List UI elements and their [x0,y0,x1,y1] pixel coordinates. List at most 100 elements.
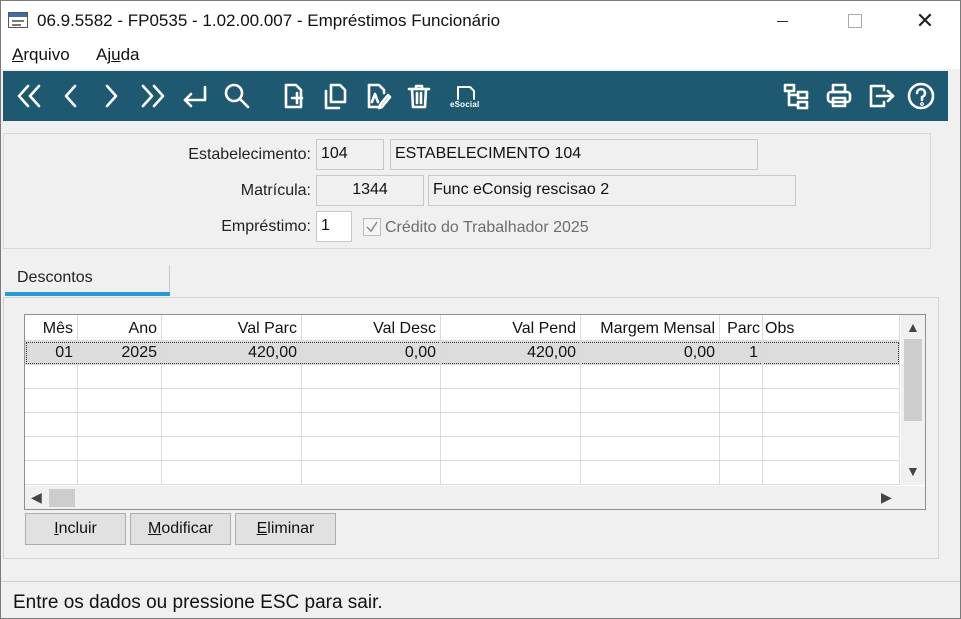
table-cell [162,461,302,485]
first-record-button[interactable] [11,79,47,113]
new-button[interactable] [275,79,311,113]
table-cell: 1 [720,341,763,365]
table-cell [302,389,441,413]
application-window: 06.9.5582 - FP0535 - 1.02.00.007 - Empré… [0,0,961,619]
table-row[interactable] [25,437,900,461]
table-cell [763,437,900,461]
grid-column-header[interactable]: Ano [78,315,162,341]
table-cell [763,365,900,389]
horizontal-scrollbar[interactable]: ◀ ▶ [25,486,901,509]
table-cell [441,389,581,413]
table-cell [763,413,900,437]
table-row[interactable] [25,461,900,485]
scroll-down-icon[interactable]: ▼ [906,463,920,479]
table-row[interactable] [25,413,900,437]
tree-view-button[interactable] [778,79,814,113]
active-tab-indicator [5,292,170,296]
grid-column-header[interactable]: Parc [720,315,763,341]
previous-record-button[interactable] [53,79,89,113]
eliminar-button[interactable]: Eliminar [235,513,336,545]
esocial-label: eSocial [450,100,480,109]
table-cell [25,389,78,413]
scrollbar-corner [901,486,925,509]
status-bar: Entre os dados ou pressione ESC para sai… [1,581,960,618]
print-icon [826,83,852,108]
grid-column-header[interactable]: Obs [763,315,900,341]
table-cell [720,389,763,413]
help-button[interactable] [903,79,939,113]
scroll-up-icon[interactable]: ▲ [906,319,920,335]
menu-ajuda[interactable]: Ajuda [96,45,140,65]
table-cell [302,413,441,437]
minimize-icon [776,20,788,22]
delete-icon [407,84,431,109]
descontos-grid[interactable]: Mês Ano Val Parc Val Desc Val Pend Margem Men… [24,314,926,510]
table-cell [78,437,162,461]
estabelecimento-label: Estabelecimento: [188,146,311,163]
vertical-scrollbar[interactable]: ▲ ▼ [901,315,925,485]
table-cell [441,413,581,437]
table-cell [441,461,581,485]
credito-checkbox[interactable] [363,218,381,236]
credito-label: Crédito do Trabalhador 2025 [385,219,589,236]
table-cell [763,461,900,485]
table-cell [25,413,78,437]
table-cell [720,461,763,485]
last-icon [141,84,165,108]
table-cell [25,437,78,461]
modificar-button[interactable]: Modificar [130,513,231,545]
table-cell [763,341,900,365]
new-icon [284,83,304,109]
table-cell [441,365,581,389]
table-row[interactable] [25,365,900,389]
table-cell [763,389,900,413]
vertical-scroll-thumb[interactable] [904,339,922,421]
table-row[interactable]: 01 2025 420,00 0,00 420,00 0,00 1 [25,341,900,365]
table-cell [302,437,441,461]
goto-button[interactable] [177,79,213,113]
scroll-left-icon[interactable]: ◀ [31,489,42,506]
grid-column-header[interactable]: Margem Mensal [581,315,720,341]
exit-button[interactable] [863,79,899,113]
table-cell [162,389,302,413]
table-cell [78,389,162,413]
scroll-right-icon[interactable]: ▶ [881,489,892,506]
close-button[interactable]: ✕ [902,1,948,41]
edit-button[interactable] [359,79,395,113]
table-cell [162,413,302,437]
table-row[interactable] [25,389,900,413]
grid-column-header[interactable]: Val Parc [162,315,302,341]
emprestimo-field[interactable]: 1 [316,211,352,242]
grid-column-header[interactable]: Mês [25,315,78,341]
table-cell [720,437,763,461]
copy-icon [324,83,347,110]
table-cell [78,365,162,389]
search-button[interactable] [219,79,255,113]
window-title: 06.9.5582 - FP0535 - 1.02.00.007 - Empré… [37,11,501,30]
table-cell [581,413,720,437]
table-cell [581,389,720,413]
maximize-icon [848,14,862,28]
menu-arquivo[interactable]: Arquivo [12,45,70,65]
grid-column-header[interactable]: Val Pend [441,315,581,341]
search-icon [224,83,250,109]
print-button[interactable] [821,79,857,113]
last-record-button[interactable] [135,79,171,113]
maximize-button[interactable] [832,1,878,41]
copy-button[interactable] [317,79,353,113]
incluir-button[interactable]: Incluir [25,513,126,545]
table-cell: 420,00 [441,341,581,365]
minimize-button[interactable] [759,1,805,41]
esocial-button[interactable]: eSocial [447,79,483,113]
estabelecimento-code-field: 104 [316,139,384,170]
table-cell [720,413,763,437]
table-cell: 2025 [78,341,162,365]
grid-column-header[interactable]: Val Desc [302,315,441,341]
next-record-button[interactable] [93,79,129,113]
table-cell [78,461,162,485]
table-cell [302,365,441,389]
menu-bar: Arquivo Ajuda [1,41,960,69]
delete-button[interactable] [401,79,437,113]
tab-descontos[interactable]: Descontos [5,263,170,296]
horizontal-scroll-thumb[interactable] [49,489,75,507]
